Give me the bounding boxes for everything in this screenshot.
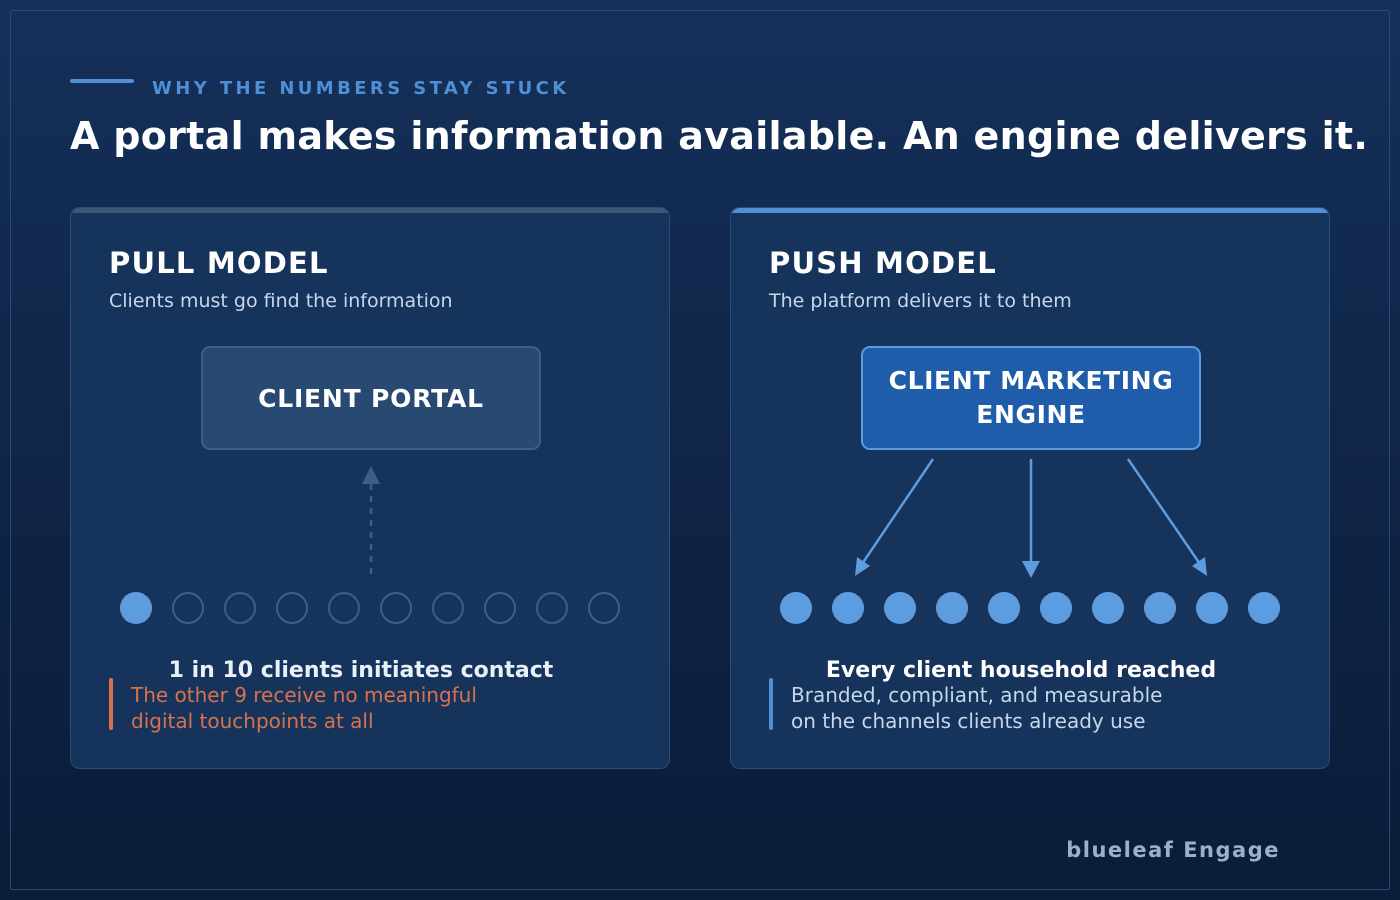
pull-client-dots — [120, 592, 624, 626]
client-portal-box: CLIENT PORTAL — [201, 346, 541, 450]
pull-client-dot-unreached — [276, 592, 308, 624]
pull-callout-line-1: The other 9 receive no meaningful — [131, 683, 477, 707]
push-callout-accent-bar — [769, 678, 773, 730]
push-client-dots — [780, 592, 1284, 626]
push-callout-line-2: on the channels clients already use — [791, 709, 1146, 733]
pull-callout-accent-bar — [109, 678, 113, 730]
pull-panel-title: PULL MODEL — [109, 246, 329, 280]
pull-callout-line-2: digital touchpoints at all — [131, 709, 374, 733]
pull-arrow-head-icon — [362, 466, 380, 484]
eyebrow-label: WHY THE NUMBERS STAY STUCK — [152, 78, 570, 99]
engine-label-line-2: ENGINE — [976, 400, 1086, 429]
push-model-panel: PUSH MODEL The platform delivers it to t… — [730, 207, 1330, 769]
pull-client-dot-reached — [120, 592, 152, 624]
push-panel-subtitle: The platform delivers it to them — [769, 290, 1072, 312]
push-client-dot-reached — [936, 592, 968, 624]
pull-client-dot-unreached — [484, 592, 516, 624]
push-client-dot-reached — [1040, 592, 1072, 624]
push-panel-top-accent — [731, 208, 1329, 213]
pull-client-dot-unreached — [536, 592, 568, 624]
push-client-dot-reached — [1196, 592, 1228, 624]
eyebrow-accent-line — [70, 79, 134, 83]
push-client-dot-reached — [780, 592, 812, 624]
pull-model-panel: PULL MODEL Clients must go find the info… — [70, 207, 670, 769]
pull-client-dot-unreached — [328, 592, 360, 624]
pull-client-dot-unreached — [224, 592, 256, 624]
push-client-dot-reached — [1144, 592, 1176, 624]
pull-panel-subtitle: Clients must go find the information — [109, 290, 453, 312]
brand-logo-text: blueleaf Engage — [1066, 838, 1280, 862]
push-panel-title: PUSH MODEL — [769, 246, 997, 280]
pull-client-dot-unreached — [432, 592, 464, 624]
pull-callout-text: The other 9 receive no meaningful digita… — [131, 682, 477, 734]
push-client-dot-reached — [1248, 592, 1280, 624]
push-arrow-right-line — [1126, 458, 1202, 565]
pull-client-dot-unreached — [380, 592, 412, 624]
push-arrow-left-head-icon — [855, 557, 870, 576]
page-headline: A portal makes information available. An… — [70, 114, 1369, 158]
push-client-dot-reached — [1092, 592, 1124, 624]
push-callout-text: Branded, compliant, and measurable on th… — [791, 682, 1162, 734]
push-arrow-left-line — [860, 458, 935, 565]
push-arrow-center-head-icon — [1022, 561, 1040, 578]
push-arrow-right-head-icon — [1192, 557, 1207, 576]
engine-label-line-1: CLIENT MARKETING — [888, 366, 1174, 395]
pull-client-dot-unreached — [588, 592, 620, 624]
pull-client-dot-unreached — [172, 592, 204, 624]
push-client-dot-reached — [988, 592, 1020, 624]
push-callout-title: Every client household reached — [825, 658, 1217, 683]
client-marketing-engine-box: CLIENT MARKETING ENGINE — [861, 346, 1201, 450]
push-client-dot-reached — [832, 592, 864, 624]
push-callout-line-1: Branded, compliant, and measurable — [791, 683, 1163, 707]
push-client-dot-reached — [884, 592, 916, 624]
pull-panel-top-accent — [71, 208, 669, 213]
pull-callout-title: 1 in 10 clients initiates contact — [168, 658, 554, 683]
